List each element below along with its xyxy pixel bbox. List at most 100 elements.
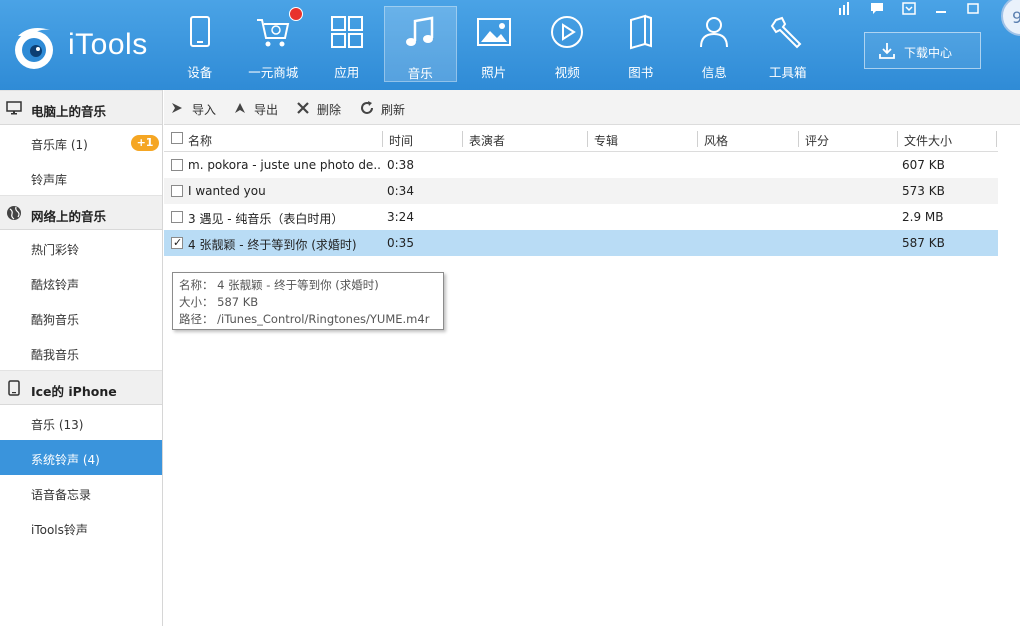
column-header-label: 名称 <box>188 134 213 148</box>
feedback-icon[interactable] <box>866 0 888 18</box>
column-header-time[interactable]: 时间 <box>383 126 462 152</box>
globe-icon <box>7 206 21 220</box>
track-size: 607 KB <box>902 158 945 172</box>
table-row[interactable]: 3 遇见 - 纯音乐（表白时用） 3:24 2.9 MB <box>164 204 998 230</box>
nav-label: 音乐 <box>407 66 433 81</box>
nav-label: 一元商城 <box>248 65 299 80</box>
corner-badge[interactable]: 9 <box>1001 0 1020 36</box>
sidebar-section-iphone[interactable]: Ice的 iPhone <box>0 370 162 405</box>
track-name: m. pokora - juste une photo de... <box>188 158 382 172</box>
refresh-icon <box>361 101 373 114</box>
import-button[interactable]: 导入 <box>170 90 220 125</box>
nav-label: 信息 <box>701 65 727 80</box>
itools-logo: iTools <box>10 22 160 72</box>
row-checkbox[interactable] <box>171 159 183 171</box>
row-checkbox[interactable] <box>171 211 183 223</box>
sidebar-item-system-ringtones[interactable]: 系统铃声 (4) <box>0 440 162 475</box>
nav-messages[interactable]: 信息 <box>678 6 752 82</box>
export-label: 导出 <box>254 103 279 117</box>
refresh-button[interactable]: 刷新 <box>359 90 409 125</box>
download-center-button[interactable]: 下载中心 <box>864 32 981 69</box>
column-header-label: 专辑 <box>594 134 619 148</box>
column-header-label: 时间 <box>389 134 414 148</box>
sidebar-item-label: 语音备忘录 <box>31 488 92 502</box>
import-icon <box>172 103 182 113</box>
sidebar-item-music-library[interactable]: 音乐库 (1) +1 <box>0 125 162 160</box>
table-row[interactable]: m. pokora - juste une photo de... 0:38 6… <box>164 152 998 178</box>
sidebar-item-kuwo-music[interactable]: 酷我音乐 <box>0 335 162 370</box>
sidebar-section-online-music[interactable]: 网络上的音乐 <box>0 195 162 230</box>
toolbox-icon <box>770 16 802 49</box>
logo-text: iTools <box>68 28 148 61</box>
cart-icon <box>257 19 290 47</box>
column-header-file-size[interactable]: 文件大小 <box>898 126 996 152</box>
table-row[interactable]: I wanted you 0:34 573 KB <box>164 178 998 204</box>
book-icon <box>629 14 652 50</box>
sidebar-section-pc-music[interactable]: 电脑上的音乐 <box>0 90 162 125</box>
maximize-icon[interactable] <box>962 0 984 18</box>
notification-dot <box>289 7 303 21</box>
sidebar-item-ringtone-library[interactable]: 铃声库 <box>0 160 162 195</box>
track-size: 573 KB <box>902 184 945 198</box>
main-nav: 设备 一元商城 应用 音乐 照片 视频 图书 信息 工具箱 <box>163 6 825 82</box>
sidebar-item-label: 酷炫铃声 <box>31 278 80 292</box>
export-icon <box>235 103 245 113</box>
column-divider[interactable] <box>996 131 997 147</box>
nav-label: 视频 <box>554 65 580 80</box>
nav-toolbox[interactable]: 工具箱 <box>751 6 825 82</box>
sidebar-section-title: 网络上的音乐 <box>31 209 107 224</box>
photo-icon <box>476 18 511 46</box>
nav-label: 应用 <box>334 65 360 80</box>
column-header-label: 风格 <box>704 134 729 148</box>
monitor-icon <box>6 101 22 115</box>
sidebar-item-itools-ringtones[interactable]: iTools铃声 <box>0 510 162 545</box>
track-name: 3 遇见 - 纯音乐（表白时用） <box>188 212 344 226</box>
check-mark-icon: ✓ <box>173 236 183 249</box>
sidebar-item-label: 系统铃声 (4) <box>31 453 100 467</box>
column-header-rating[interactable]: 评分 <box>799 126 897 152</box>
row-checkbox[interactable] <box>171 185 183 197</box>
nav-device[interactable]: 设备 <box>163 6 237 82</box>
column-header-name[interactable]: 名称 <box>182 126 382 152</box>
minimize-icon[interactable] <box>930 0 952 18</box>
track-size: 587 KB <box>902 236 945 250</box>
sidebar-item-cool-ringtones[interactable]: 酷炫铃声 <box>0 265 162 300</box>
track-list: m. pokora - juste une photo de... 0:38 6… <box>164 152 998 256</box>
column-header-genre[interactable]: 风格 <box>698 126 798 152</box>
sidebar-item-device-music[interactable]: 音乐 (13) <box>0 405 162 440</box>
delete-button[interactable]: 删除 <box>295 90 345 125</box>
apps-icon <box>330 16 363 48</box>
nav-video[interactable]: 视频 <box>531 6 605 82</box>
nav-label: 图书 <box>628 65 654 80</box>
menu-icon[interactable] <box>898 0 920 18</box>
table-row[interactable]: ✓ 4 张靓颖 - 终于等到你 (求婚时) 0:35 587 KB <box>164 230 998 256</box>
track-name: I wanted you <box>188 184 266 198</box>
nav-photos[interactable]: 照片 <box>457 6 531 82</box>
stats-icon[interactable] <box>834 0 856 18</box>
nav-music[interactable]: 音乐 <box>383 6 457 82</box>
sidebar-section-title: Ice的 iPhone <box>31 384 117 399</box>
sidebar-section-title: 电脑上的音乐 <box>31 104 107 119</box>
sidebar-item-label: 音乐 (13) <box>31 418 84 432</box>
column-header-label: 文件大小 <box>904 134 953 148</box>
sidebar-item-kugou-music[interactable]: 酷狗音乐 <box>0 300 162 335</box>
top-bar: iTools 设备 一元商城 应用 音乐 照片 视频 图书 信息 工具箱 9 下… <box>0 0 1020 90</box>
track-time: 0:34 <box>387 184 414 198</box>
column-header-album[interactable]: 专辑 <box>588 126 697 152</box>
nav-books[interactable]: 图书 <box>604 6 678 82</box>
sidebar-item-voice-memos[interactable]: 语音备忘录 <box>0 475 162 510</box>
device-icon <box>189 16 210 47</box>
export-button[interactable]: 导出 <box>232 90 282 125</box>
nav-apps[interactable]: 应用 <box>310 6 384 82</box>
sidebar-item-hot-ringtones[interactable]: 热门彩铃 <box>0 230 162 265</box>
column-header-artist[interactable]: 表演者 <box>463 126 587 152</box>
track-size: 2.9 MB <box>902 210 944 224</box>
row-checkbox-checked[interactable]: ✓ <box>171 236 183 249</box>
table-header: 名称 时间 表演者 专辑 风格 评分 文件大小 <box>164 126 998 152</box>
toolbar: 导入 导出 删除 刷新 <box>164 90 1020 125</box>
sidebar-item-label: 音乐库 (1) <box>31 138 88 152</box>
track-info-tooltip: 名称： 4 张靓颖 - 终于等到你 (求婚时) 大小： 587 KB 路径： /… <box>172 272 444 330</box>
phone-icon <box>8 380 20 396</box>
music-icon <box>406 16 434 46</box>
tooltip-path: 路径： /iTunes_Control/Ringtones/YUME.m4r <box>179 312 430 326</box>
